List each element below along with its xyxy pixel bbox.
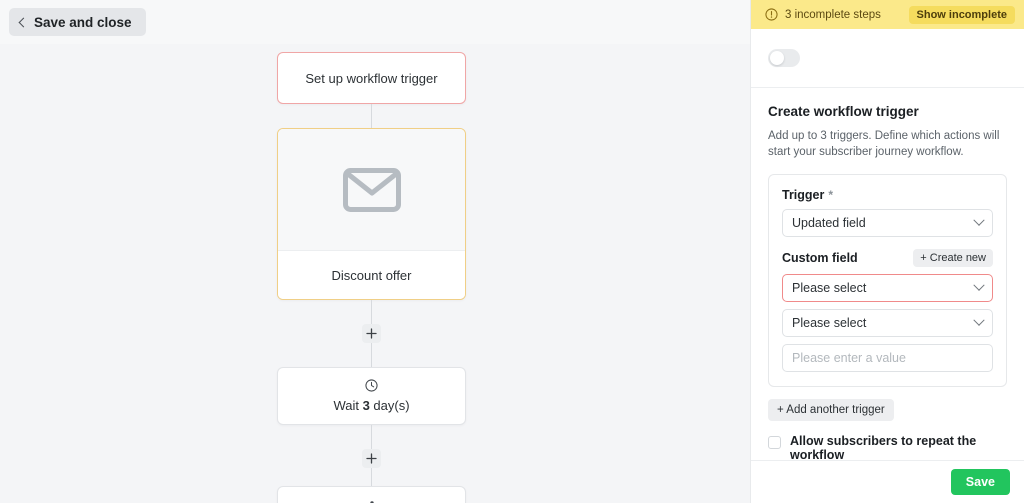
workflow-node-wait[interactable]: Wait 3 day(s) (277, 367, 466, 425)
flow-connector (371, 425, 372, 449)
trigger-label-text: Trigger (782, 187, 825, 202)
trigger-card: Trigger * Updated field Custom field + C… (768, 173, 1007, 387)
required-marker: * (828, 187, 834, 202)
plus-icon (366, 453, 377, 464)
workflow-node-email[interactable]: Discount offer (277, 128, 466, 300)
wait-suffix: day(s) (369, 398, 410, 413)
save-and-close-label: Save and close (34, 14, 132, 30)
workflow-editor: Save and close Set up workflow trigger D… (0, 0, 1024, 503)
workflow-enable-toggle[interactable] (768, 49, 800, 67)
trigger-value-field[interactable] (782, 343, 993, 372)
toggle-knob (770, 51, 784, 65)
panel-body: Create workflow trigger Add up to 3 trig… (751, 88, 1024, 490)
flow-connector (371, 104, 372, 128)
warning-circle-icon (765, 8, 778, 21)
workflow-node-wait-label: Wait 3 day(s) (333, 398, 409, 413)
save-and-close-button[interactable]: Save and close (9, 8, 146, 36)
repeat-workflow-checkbox[interactable] (768, 435, 781, 449)
chevron-down-icon (973, 279, 985, 291)
panel-title: Create workflow trigger (768, 104, 919, 119)
plus-icon (366, 328, 377, 339)
custom-field-label-row: Custom field + Create new (782, 248, 993, 267)
condition-value: Please select (792, 315, 867, 330)
create-new-field-button[interactable]: + Create new (913, 248, 993, 267)
custom-field-select[interactable]: Please select (782, 273, 993, 302)
wait-value: 3 (362, 398, 370, 413)
workflow-flow: Set up workflow trigger Discount offer W… (277, 52, 466, 503)
trigger-type-select[interactable]: Updated field (782, 208, 993, 237)
trigger-field-label: Trigger * (782, 188, 993, 202)
add-another-trigger-button[interactable]: + Add another trigger (768, 398, 894, 421)
canvas-topbar: Save and close (0, 0, 750, 44)
panel-footer: Save (751, 460, 1024, 503)
incomplete-steps-banner: 3 incomplete steps Show incomplete (751, 0, 1024, 29)
add-step-button[interactable] (362, 324, 381, 343)
envelope-icon (342, 167, 401, 212)
clock-icon (365, 379, 378, 392)
chevron-down-icon (973, 214, 985, 226)
workflow-node-trigger-label: Set up workflow trigger (305, 70, 438, 86)
chevron-left-icon (18, 17, 29, 27)
chevron-down-icon (973, 314, 985, 326)
workflow-node-split[interactable] (277, 486, 466, 503)
workflow-node-email-label: Discount offer (278, 251, 465, 299)
flow-connector (371, 343, 372, 367)
trigger-type-value: Updated field (792, 215, 866, 230)
custom-field-label: Custom field (782, 250, 858, 265)
custom-field-value: Please select (792, 280, 867, 295)
workflow-canvas[interactable]: Save and close Set up workflow trigger D… (0, 0, 750, 503)
incomplete-steps-label: 3 incomplete steps (785, 8, 881, 21)
trigger-side-panel: 3 incomplete steps Show incomplete Creat… (750, 0, 1024, 503)
email-preview (278, 129, 465, 251)
flow-connector (371, 300, 372, 324)
condition-select[interactable]: Please select (782, 308, 993, 337)
repeat-workflow-title: Allow subscribers to repeat the workflow (790, 433, 977, 462)
save-button[interactable]: Save (950, 469, 1010, 495)
workflow-node-trigger[interactable]: Set up workflow trigger (277, 52, 466, 104)
workflow-toggle-row (751, 29, 1024, 88)
show-incomplete-button[interactable]: Show incomplete (908, 5, 1015, 24)
flow-connector (371, 468, 372, 486)
trigger-value-input[interactable] (792, 350, 983, 365)
add-step-button[interactable] (362, 449, 381, 468)
panel-description: Add up to 3 triggers. Define which actio… (768, 130, 1000, 159)
wait-prefix: Wait (333, 398, 363, 413)
